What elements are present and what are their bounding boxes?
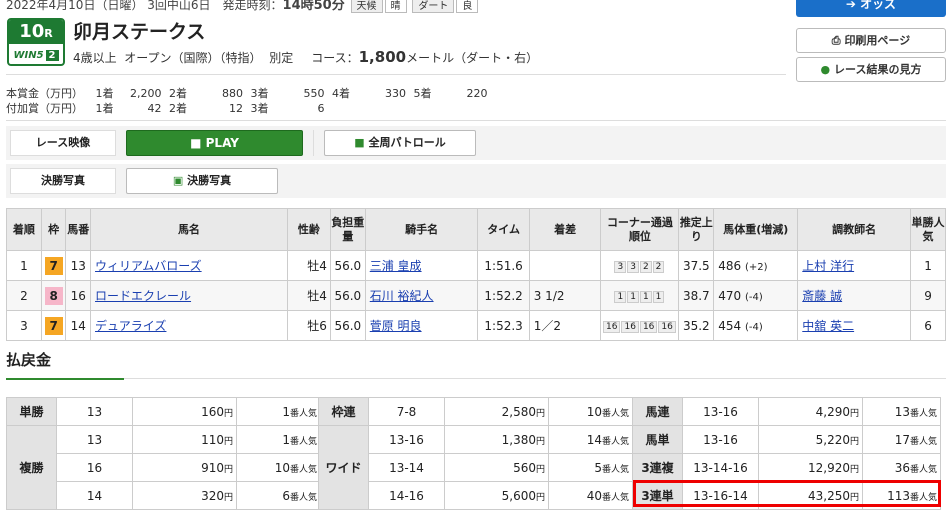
col-corner: コーナー通過順位 (600, 208, 680, 251)
video-camera-icon: ■ (354, 136, 365, 149)
waku-badge: 8 (44, 286, 63, 305)
waku-badge: 7 (44, 316, 63, 335)
arrow-circle-icon: ● (820, 63, 831, 76)
wide-label: ワイド (318, 425, 369, 510)
payout-win-place: 単勝 13 160円 1番人気 複勝 13 110円 1番人気 16 910円 … (6, 397, 321, 510)
jockey-link[interactable]: 菅原 明良 (370, 319, 422, 333)
play-button[interactable]: ■ PLAY (126, 130, 303, 156)
added-prize: 付加賞（万円） 1着 42 2着 12 3着 6 (6, 102, 325, 115)
payout-title: 払戻金 (6, 351, 52, 369)
table-row: 2 8 16 ロードエクレール 牡4 56.0 石川 裕紀人 1:52.2 3 … (6, 280, 946, 311)
col-sexage: 性齢 (286, 208, 331, 251)
win5-badge: WIN5 2 (9, 44, 63, 64)
print-icon: ⎙ (831, 34, 841, 47)
result-guide-button[interactable]: ● レース結果の見方 (796, 57, 946, 82)
weather-value: 晴 (384, 0, 407, 13)
post-time: 14時50分 (282, 0, 345, 13)
sanrentan-highlight (633, 480, 941, 507)
payout-underline (6, 378, 946, 380)
col-weight: 負担重量 (329, 208, 366, 251)
col-body: 馬体重(増減) (713, 208, 799, 251)
trainer-link[interactable]: 斎藤 誠 (802, 289, 842, 303)
patrol-button[interactable]: ■ 全周パトロール (324, 130, 476, 156)
odds-button[interactable]: ➔ オッズ (796, 0, 946, 17)
corner-positions: 3322 (600, 250, 680, 281)
corner-positions: 1111 (600, 280, 680, 311)
wakuren-label: 枠連 (318, 397, 369, 426)
jockey-link[interactable]: 三浦 皇成 (370, 259, 422, 273)
trainer-link[interactable]: 上村 洋行 (802, 259, 854, 273)
image-icon: ▣ (172, 174, 184, 187)
finish-photo-button[interactable]: ▣ 決勝写真 (126, 168, 278, 194)
col-jockey: 騎手名 (364, 208, 479, 251)
table-row: 1 7 13 ウィリアムバローズ 牡4 56.0 三浦 皇成 1:51.6 33… (6, 250, 946, 281)
sanrenpuku-label: 3連複 (632, 453, 683, 482)
race-video-row: レース映像 ■ PLAY ■ 全周パトロール (6, 126, 946, 160)
table-row: 3 7 14 デュアライズ 牡6 56.0 菅原 明良 1:52.3 1／2 1… (6, 310, 946, 341)
race-conditions: 4歳以上 オープン（国際）（特指） 別定 コース：1,800メートル（ダート・右） (73, 48, 539, 66)
race-date-line: 2022年4月10日（日曜） 3回中山6日 発走時刻：14時50分 天候晴 ダー… (6, 0, 479, 13)
track-condition: 良 (456, 0, 479, 13)
divider (6, 120, 946, 121)
table-header: 着順 枠 馬番 馬名 性齢 負担重量 騎手名 タイム 着差 コーナー通過順位 推… (6, 208, 946, 251)
race-video-label: レース映像 (10, 130, 116, 156)
trainer-link[interactable]: 中舘 英二 (802, 319, 854, 333)
video-camera-icon: ■ (190, 136, 202, 150)
race-number-badge: 10R WIN5 2 (7, 18, 65, 66)
col-num: 馬番 (65, 208, 92, 251)
divider (6, 74, 786, 75)
umaren-label: 馬連 (632, 397, 683, 426)
photo-row: 決勝写真 ▣ 決勝写真 (6, 164, 946, 198)
col-waku: 枠 (40, 208, 67, 251)
col-rank: 着順 (6, 208, 42, 251)
col-margin: 着差 (528, 208, 602, 251)
tansho-label: 単勝 (6, 397, 57, 426)
col-horse: 馬名 (90, 208, 288, 251)
race-number: 10R (9, 20, 63, 44)
weather-label: 天候 (350, 0, 383, 13)
track-label: ダート (412, 0, 455, 13)
horse-link[interactable]: デュアライズ (95, 319, 166, 333)
waku-badge: 7 (44, 256, 63, 275)
main-prize: 本賞金（万円） 1着 2,200 2着 880 3着 550 4着 330 5着 220 (6, 87, 488, 100)
results-table: 着順 枠 馬番 馬名 性齢 負担重量 騎手名 タイム 着差 コーナー通過順位 推… (6, 208, 946, 341)
umatan-label: 馬単 (632, 425, 683, 454)
divider (313, 130, 314, 156)
jockey-link[interactable]: 石川 裕紀人 (370, 289, 434, 303)
print-page-button[interactable]: ⎙ 印刷用ページ (796, 28, 946, 53)
corner-positions: 16 16 16 16 (600, 310, 680, 341)
payout-bracket-wide: 枠連 7-8 2,580円 10番人気 ワイド 13-16 1,380円 14番… (318, 397, 633, 510)
col-trainer: 調教師名 (797, 208, 912, 251)
race-name: 卯月ステークス (73, 21, 206, 43)
col-agari: 推定上り (678, 208, 715, 251)
finish-photo-label: 決勝写真 (10, 168, 116, 194)
horse-link[interactable]: ウィリアムバローズ (95, 259, 202, 273)
date-text: 2022年4月10日（日曜） 3回中山6日 発走時刻： (6, 0, 283, 12)
horse-link[interactable]: ロードエクレール (95, 289, 191, 303)
fukusho-label: 複勝 (6, 425, 57, 510)
col-time: タイム (477, 208, 530, 251)
col-pop: 単勝人気 (910, 208, 946, 251)
